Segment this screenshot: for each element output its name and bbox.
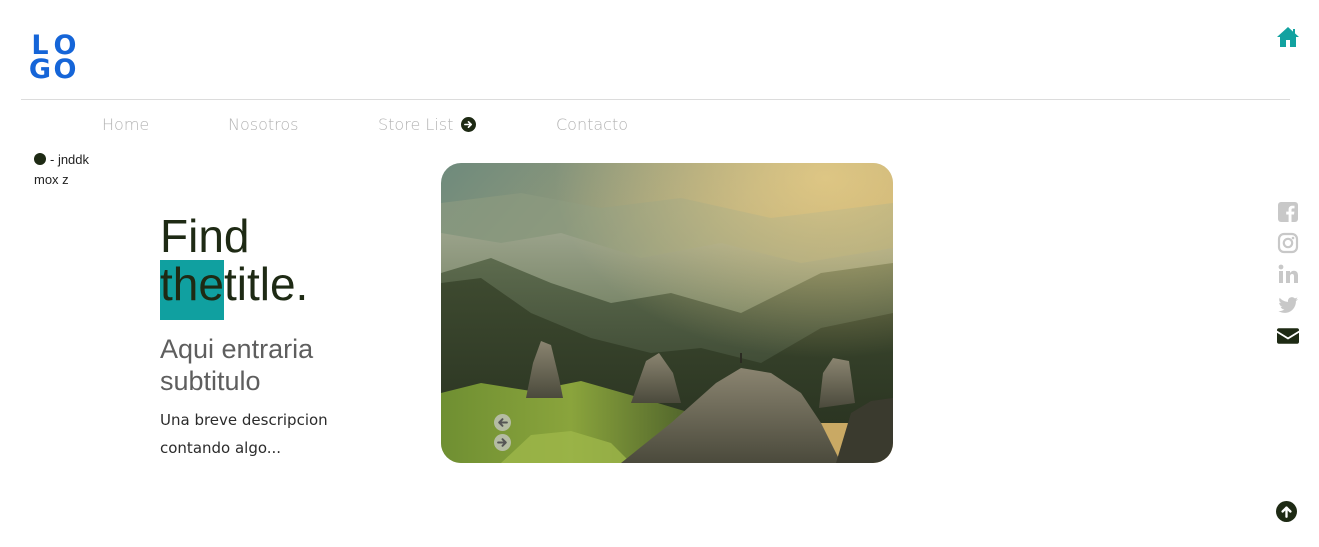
hero-title-rest: title. [223,258,309,310]
facebook-icon[interactable] [1277,201,1299,223]
nav-item-home[interactable]: Home [102,115,149,134]
logo-letter: G [28,54,51,85]
arrow-right-circle-icon [497,438,507,447]
nav-item-store-list[interactable]: Store List [378,115,477,134]
arrow-left-circle-icon [498,418,508,427]
logo[interactable]: L O G O [27,32,77,85]
user-note: - jnddk mox z [34,150,89,190]
arrow-right-circle-icon [461,117,477,132]
note-line-1: - jnddk [50,152,90,167]
linkedin-icon[interactable] [1277,263,1299,285]
note-line-2: mox z [34,172,69,187]
nav-item-contacto[interactable]: Contacto [556,115,628,134]
main-nav: Home Nosotros Store List Contacto [0,112,700,138]
hero-subtitle: Aqui entraria subtitulo [160,334,314,396]
social-links [1277,201,1301,356]
header-divider [21,99,1290,100]
home-icon[interactable] [1276,26,1300,48]
nav-item-nosotros[interactable]: Nosotros [228,115,299,134]
hero-description: Una breve descripcion contando algo... [160,411,328,457]
twitter-icon[interactable] [1277,294,1299,316]
hero-title-line1: Find [160,210,250,262]
back-to-top-button[interactable] [1276,501,1297,522]
bullet-icon [34,153,46,165]
page: L O G O Home Nosotros Store List Contact… [0,0,1319,547]
envelope-icon[interactable] [1277,325,1299,347]
nav-item-store-list-label: Store List [378,115,454,134]
slider-prev-button[interactable] [494,414,511,431]
logo-letter: O [53,54,77,85]
hero-title: Find thetitle. [160,212,308,320]
slider-next-button[interactable] [494,434,511,451]
hero-title-highlight: the [160,260,224,320]
arrow-up-circle-icon [1281,506,1292,518]
instagram-icon[interactable] [1277,232,1299,254]
